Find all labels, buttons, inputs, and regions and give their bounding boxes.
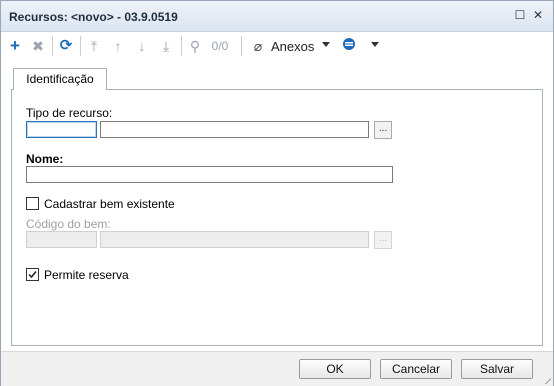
paperclip-icon[interactable]: ⌀ (251, 37, 265, 55)
close-icon[interactable]: ✕ (531, 8, 545, 22)
cancel-button[interactable]: Cancelar (380, 359, 452, 379)
menu-dropdown-icon[interactable] (371, 42, 379, 47)
toolbar: + ✖ ⟳ ⤒ ↑ ↓ ⤓ ⚲ 0/0 ⌀ Anexos (1, 32, 553, 60)
tab-container: Identificação Tipo de recurso: ... Nome:… (11, 68, 543, 346)
attachments-button[interactable]: Anexos (271, 39, 314, 54)
resize-grip[interactable] (543, 376, 551, 384)
checkmark-icon (28, 271, 37, 279)
permite-reserva-checkbox[interactable] (26, 268, 39, 281)
codigo-bem-code-input[interactable] (26, 231, 97, 248)
tipo-recurso-label: Tipo de recurso: (26, 106, 113, 120)
tab-identificacao[interactable]: Identificação (13, 68, 107, 90)
previous-record-icon[interactable]: ↑ (110, 37, 126, 55)
menu-icon[interactable] (341, 37, 357, 55)
refresh-icon[interactable]: ⟳ (57, 37, 75, 55)
search-icon[interactable]: ⚲ (186, 37, 204, 55)
add-icon[interactable]: + (7, 37, 23, 55)
maximize-icon[interactable]: ☐ (513, 8, 527, 22)
codigo-bem-lookup-button[interactable]: ... (374, 231, 392, 249)
attachments-dropdown-icon[interactable] (322, 42, 330, 47)
delete-icon[interactable]: ✖ (30, 37, 46, 55)
footer-bar: OK Cancelar Salvar (1, 351, 553, 386)
ok-button[interactable]: OK (299, 359, 371, 379)
toolbar-separator (52, 36, 53, 56)
window-title: Recursos: <novo> - 03.9.0519 (9, 10, 178, 24)
title-bar[interactable]: Recursos: <novo> - 03.9.0519 ☐ ✕ (1, 1, 553, 32)
last-record-icon[interactable]: ⤓ (158, 37, 174, 55)
cadastrar-bem-checkbox[interactable] (26, 197, 39, 210)
tipo-recurso-code-input[interactable] (26, 121, 97, 138)
page-indicator: 0/0 (211, 39, 229, 53)
nome-label: Nome: (26, 152, 64, 166)
codigo-bem-description-input[interactable] (100, 231, 369, 248)
tipo-recurso-description-input[interactable] (100, 121, 369, 138)
next-record-icon[interactable]: ↓ (134, 37, 150, 55)
tipo-recurso-lookup-button[interactable]: ... (374, 121, 392, 139)
toolbar-separator (181, 36, 182, 56)
codigo-bem-label: Código do bem: (26, 217, 111, 231)
dialog-window: Recursos: <novo> - 03.9.0519 ☐ ✕ + ✖ ⟳ ⤒… (0, 0, 554, 386)
save-button[interactable]: Salvar (461, 359, 533, 379)
toolbar-separator (80, 36, 81, 56)
nome-input[interactable] (26, 166, 393, 183)
tab-panel: Tipo de recurso: ... Nome: Cadastrar bem… (11, 89, 543, 346)
toolbar-separator (241, 36, 242, 56)
permite-reserva-label: Permite reserva (44, 268, 129, 282)
first-record-icon[interactable]: ⤒ (86, 37, 102, 55)
cadastrar-bem-label: Cadastrar bem existente (44, 197, 175, 211)
